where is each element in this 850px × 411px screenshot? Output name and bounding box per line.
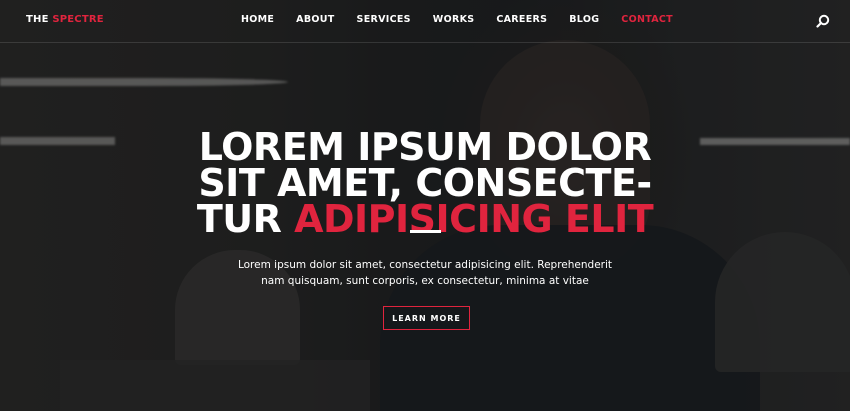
learn-more-button[interactable]: LEARN MORE: [383, 306, 470, 330]
nav-item-home[interactable]: HOME: [241, 14, 274, 25]
logo-name: SPECTRE: [52, 14, 104, 25]
top-navigation: THE SPECTRE HOME ABOUT SERVICES WORKS CA…: [0, 0, 850, 43]
logo-prefix: THE: [26, 14, 49, 25]
site-logo[interactable]: THE SPECTRE: [26, 14, 104, 25]
hero-divider: [410, 230, 441, 233]
hero-title-line: LOREM IPSUM DOLOR: [198, 125, 652, 170]
nav-item-contact[interactable]: CONTACT: [621, 14, 673, 25]
nav-item-careers[interactable]: CAREERS: [496, 14, 547, 25]
main-menu: HOME ABOUT SERVICES WORKS CAREERS BLOG C…: [241, 14, 673, 25]
hero-title: LOREM IPSUM DOLOR SIT AMET, CONSECTE- TU…: [0, 125, 850, 238]
search-icon[interactable]: [816, 13, 830, 28]
nav-item-services[interactable]: SERVICES: [357, 14, 411, 25]
nav-item-about[interactable]: ABOUT: [296, 14, 334, 25]
hero-subtitle: Lorem ipsum dolor sit amet, consectetur …: [237, 258, 613, 287]
hero-title-accent: ADIPISICING ELIT: [294, 197, 654, 242]
nav-item-blog[interactable]: BLOG: [569, 14, 599, 25]
hero-title-plain: TUR: [196, 197, 295, 242]
nav-item-works[interactable]: WORKS: [433, 14, 475, 25]
hero-title-line: SIT AMET, CONSECTE-: [198, 161, 652, 206]
